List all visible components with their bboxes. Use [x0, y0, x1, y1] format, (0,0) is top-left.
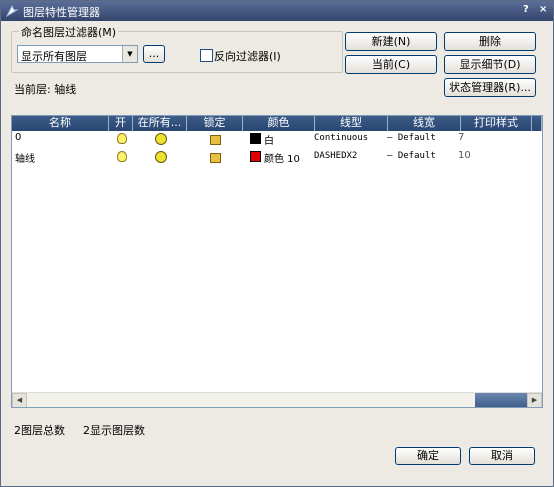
scroll-left-icon[interactable]: ◀	[12, 393, 27, 407]
state-manager-button[interactable]: 状态管理器(R)...	[444, 78, 536, 97]
scroll-right-icon[interactable]: ▶	[527, 393, 542, 407]
plot-style-value: 7	[458, 132, 465, 143]
sun-icon[interactable]	[155, 133, 167, 145]
color-label: 白	[264, 136, 274, 147]
column-header-freeze[interactable]: 在所有...	[133, 116, 187, 131]
show-details-button[interactable]: 显示细节(D)	[444, 55, 536, 74]
column-header-color[interactable]: 颜色	[243, 116, 315, 131]
table-row[interactable]: 0 白 Continuous — Default 7	[12, 132, 542, 147]
column-header-more	[532, 116, 542, 131]
title-bar: 图层特性管理器 ? ×	[1, 1, 553, 21]
sun-icon[interactable]	[155, 151, 167, 163]
invert-filter-label: 反向过滤器(I)	[214, 50, 281, 63]
invert-filter-checkbox[interactable]	[200, 49, 213, 62]
layer-name: 0	[15, 132, 22, 143]
plot-style-value: 10	[458, 150, 471, 161]
current-layer-display: 当前层: 轴线	[11, 79, 341, 97]
column-header-linetype[interactable]: 线型	[315, 116, 388, 131]
set-current-button[interactable]: 当前(C)	[345, 55, 437, 74]
linetype-value[interactable]: DASHEDX2	[314, 151, 357, 161]
bulb-on-icon[interactable]	[117, 133, 127, 144]
filter-group-title: 命名图层过滤器(M)	[19, 24, 119, 40]
column-header-lineweight[interactable]: 线宽	[388, 116, 461, 131]
window-title: 图层特性管理器	[23, 6, 100, 19]
linetype-value[interactable]: Continuous	[314, 133, 368, 143]
status-bar: 2图层总数 2显示图层数	[11, 420, 541, 437]
column-header-plot-style[interactable]: 打印样式	[461, 116, 532, 131]
horizontal-scrollbar[interactable]: ◀ ▶	[12, 392, 542, 407]
column-header-lock[interactable]: 锁定	[187, 116, 243, 131]
color-label: 颜色 10	[264, 154, 300, 165]
color-swatch[interactable]	[250, 133, 261, 144]
layer-properties-dialog: 图层特性管理器 ? × 命名图层过滤器(M) 显示所有图层 ▼ ... 反向过滤…	[0, 0, 554, 487]
unlock-icon[interactable]	[210, 135, 221, 145]
lineweight-value[interactable]: — Default	[387, 151, 436, 161]
new-layer-button[interactable]: 新建(N)	[345, 32, 437, 51]
current-layer-label: 当前层: 轴线	[14, 83, 77, 96]
total-layers-count: 2图层总数	[14, 424, 65, 437]
lineweight-value[interactable]: — Default	[387, 133, 436, 143]
column-header-name[interactable]: 名称	[12, 116, 109, 131]
app-icon	[5, 4, 19, 18]
layer-name: 轴线	[15, 154, 35, 165]
shown-layers-count: 2显示图层数	[83, 424, 145, 437]
unlock-icon[interactable]	[210, 153, 221, 163]
bulb-on-icon[interactable]	[117, 151, 127, 162]
color-swatch[interactable]	[250, 151, 261, 162]
cancel-button[interactable]: 取消	[469, 447, 535, 465]
filter-select[interactable]: 显示所有图层 ▼	[17, 45, 138, 63]
help-button[interactable]: ?	[523, 4, 529, 15]
table-row[interactable]: 轴线 颜色 10 DASHEDX2 — Default 10	[12, 150, 542, 165]
browse-filter-button[interactable]: ...	[143, 45, 165, 63]
ok-button[interactable]: 确定	[395, 447, 461, 465]
column-header-on[interactable]: 开	[109, 116, 133, 131]
chevron-down-icon[interactable]: ▼	[122, 46, 137, 62]
scrollbar-thumb[interactable]	[475, 393, 527, 407]
close-button[interactable]: ×	[539, 4, 547, 15]
filter-selected-value: 显示所有图层	[21, 50, 87, 63]
delete-layer-button[interactable]: 删除	[444, 32, 536, 51]
layer-list[interactable]: 名称 开 在所有... 锁定 颜色 线型 线宽 打印样式 0 白 Continu…	[11, 115, 543, 408]
